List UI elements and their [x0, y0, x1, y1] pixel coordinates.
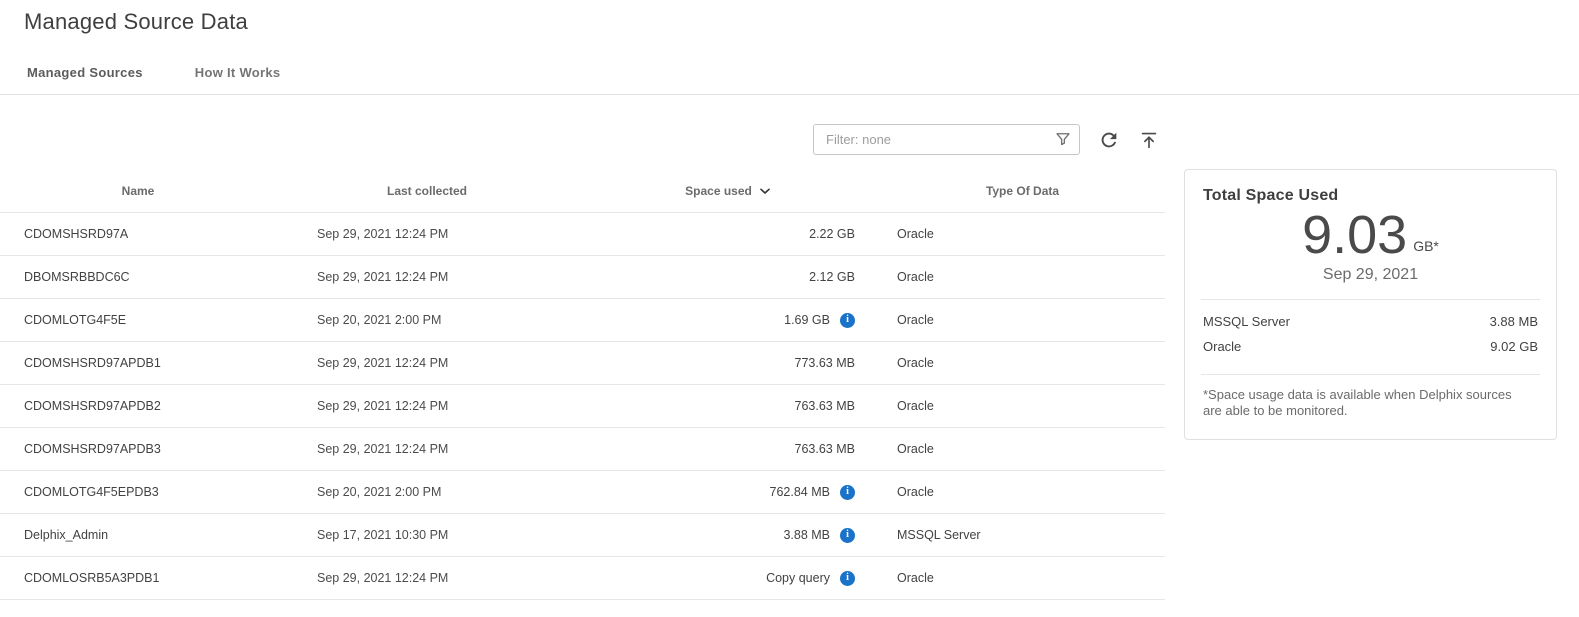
last-collected: Sep 20, 2021 2:00 PM — [276, 313, 578, 327]
space-used-value: 763.63 MB — [795, 399, 855, 413]
main-content: Name Last collected Space used — [0, 95, 1579, 600]
table-row[interactable]: CDOMLOTG4F5EPDB3Sep 20, 2021 2:00 PM762.… — [0, 471, 1165, 514]
total-space-date: Sep 29, 2021 — [1203, 266, 1538, 284]
last-collected: Sep 20, 2021 2:00 PM — [276, 485, 578, 499]
space-used-cell: 762.84 MB i — [578, 485, 880, 500]
space-used-cell: 1.69 GB i — [578, 313, 880, 328]
breakdown-value: 9.02 GB — [1490, 339, 1538, 354]
table-row[interactable]: CDOMSHSRD97APDB1Sep 29, 2021 12:24 PM 773… — [0, 342, 1165, 385]
table-row[interactable]: CDOMLOSRB5A3PDB1Sep 29, 2021 12:24 PMCop… — [0, 557, 1165, 600]
source-name: CDOMSHSRD97APDB1 — [0, 356, 276, 370]
source-name: Delphix_Admin — [0, 528, 276, 542]
type-of-data: Oracle — [880, 571, 1165, 585]
breakdown-label: Oracle — [1203, 339, 1241, 354]
space-used-value: 2.22 GB — [809, 227, 855, 241]
last-collected: Sep 29, 2021 12:24 PM — [276, 399, 578, 413]
column-header-last-collected-label: Last collected — [387, 184, 467, 198]
managed-sources-table: Name Last collected Space used — [0, 169, 1165, 600]
space-used-value: 763.63 MB — [795, 442, 855, 456]
space-used-cell: Copy query i — [578, 571, 880, 586]
type-of-data: Oracle — [880, 399, 1165, 413]
table-header-row: Name Last collected Space used — [0, 169, 1165, 213]
filter-input[interactable] — [813, 124, 1080, 155]
last-collected: Sep 29, 2021 12:24 PM — [276, 442, 578, 456]
toolbar — [0, 124, 1165, 155]
page-title: Managed Source Data — [0, 0, 1579, 35]
last-collected: Sep 29, 2021 12:24 PM — [276, 571, 578, 585]
upload-icon[interactable] — [1138, 129, 1160, 151]
table-row[interactable]: Delphix_AdminSep 17, 2021 10:30 PM3.88 M… — [0, 514, 1165, 557]
refresh-icon[interactable] — [1098, 129, 1120, 151]
type-of-data: Oracle — [880, 227, 1165, 241]
table-row[interactable]: CDOMSHSRD97ASep 29, 2021 12:24 PM 2.22 GB… — [0, 213, 1165, 256]
breakdown-row-mssql: MSSQL Server 3.88 MB — [1203, 309, 1538, 334]
table-row[interactable]: CDOMSHSRD97APDB2Sep 29, 2021 12:24 PM 763… — [0, 385, 1165, 428]
info-icon[interactable]: i — [840, 313, 855, 328]
column-header-type-of-data[interactable]: Type Of Data — [880, 184, 1165, 198]
space-used-cell: 773.63 MB — [578, 356, 880, 370]
copy-query-action[interactable]: Copy query — [766, 571, 830, 585]
total-space-unit: GB* — [1413, 238, 1439, 264]
type-of-data: MSSQL Server — [880, 528, 1165, 542]
space-used-cell: 3.88 MB i — [578, 528, 880, 543]
tab-how-it-works[interactable]: How It Works — [195, 59, 281, 94]
breakdown-label: MSSQL Server — [1203, 314, 1290, 329]
column-header-type-of-data-label: Type Of Data — [986, 184, 1059, 198]
last-collected: Sep 29, 2021 12:24 PM — [276, 227, 578, 241]
tab-bar: Managed Sources How It Works — [0, 59, 1579, 95]
source-name: CDOMLOTG4F5E — [0, 313, 276, 327]
filter-field — [813, 124, 1080, 155]
space-used-value: 773.63 MB — [795, 356, 855, 370]
type-of-data: Oracle — [880, 442, 1165, 456]
total-space-used-card: Total Space Used 9.03 GB* Sep 29, 2021 M… — [1184, 169, 1557, 440]
source-name: CDOMSHSRD97APDB2 — [0, 399, 276, 413]
breakdown-value: 3.88 MB — [1490, 314, 1538, 329]
last-collected: Sep 17, 2021 10:30 PM — [276, 528, 578, 542]
card-divider-bottom — [1201, 374, 1540, 375]
column-header-space-used[interactable]: Space used — [578, 183, 880, 199]
source-name: CDOMSHSRD97A — [0, 227, 276, 241]
summary-section: Total Space Used 9.03 GB* Sep 29, 2021 M… — [1184, 169, 1557, 440]
source-name: CDOMLOSRB5A3PDB1 — [0, 571, 276, 585]
managed-source-data-page: Managed Source Data Managed Sources How … — [0, 0, 1579, 617]
space-used-cell: 2.12 GB — [578, 270, 880, 284]
table-body: CDOMSHSRD97ASep 29, 2021 12:24 PM2.22 GB… — [0, 213, 1165, 600]
space-used-value: 2.12 GB — [809, 270, 855, 284]
table-row[interactable]: DBOMSRBBDC6CSep 29, 2021 12:24 PM 2.12 GB… — [0, 256, 1165, 299]
info-icon[interactable]: i — [840, 571, 855, 586]
breakdown-row-oracle: Oracle 9.02 GB — [1203, 334, 1538, 359]
column-header-space-used-label: Space used — [685, 184, 752, 198]
space-used-value: 1.69 GB — [784, 313, 830, 327]
info-icon[interactable]: i — [840, 528, 855, 543]
space-used-value: 762.84 MB — [770, 485, 830, 499]
space-used-value: 3.88 MB — [783, 528, 830, 542]
sort-desc-chevron-down-icon[interactable] — [757, 183, 773, 199]
info-icon[interactable]: i — [840, 485, 855, 500]
tab-managed-sources[interactable]: Managed Sources — [27, 59, 143, 94]
space-used-cell: 2.22 GB — [578, 227, 880, 241]
column-header-last-collected[interactable]: Last collected — [276, 184, 578, 198]
table-row[interactable]: CDOMLOTG4F5ESep 20, 2021 2:00 PM 1.69 GB i… — [0, 299, 1165, 342]
type-of-data: Oracle — [880, 313, 1165, 327]
card-footnote: *Space usage data is available when Delp… — [1203, 387, 1533, 420]
table-row[interactable]: CDOMSHSRD97APDB3Sep 29, 2021 12:24 PM 763… — [0, 428, 1165, 471]
source-name: CDOMLOTG4F5EPDB3 — [0, 485, 276, 499]
table-section: Name Last collected Space used — [0, 95, 1165, 600]
type-of-data: Oracle — [880, 356, 1165, 370]
filter-icon[interactable] — [1054, 130, 1072, 148]
column-header-name[interactable]: Name — [0, 184, 276, 198]
last-collected: Sep 29, 2021 12:24 PM — [276, 356, 578, 370]
total-space-value-row: 9.03 GB* — [1203, 207, 1538, 264]
column-header-name-label: Name — [122, 184, 155, 198]
space-used-cell: 763.63 MB — [578, 442, 880, 456]
source-name: DBOMSRBBDC6C — [0, 270, 276, 284]
space-used-cell: 763.63 MB — [578, 399, 880, 413]
type-of-data: Oracle — [880, 270, 1165, 284]
card-divider-top — [1201, 299, 1540, 300]
last-collected: Sep 29, 2021 12:24 PM — [276, 270, 578, 284]
card-title: Total Space Used — [1203, 187, 1538, 205]
source-name: CDOMSHSRD97APDB3 — [0, 442, 276, 456]
total-space-value: 9.03 — [1302, 207, 1407, 264]
type-of-data: Oracle — [880, 485, 1165, 499]
